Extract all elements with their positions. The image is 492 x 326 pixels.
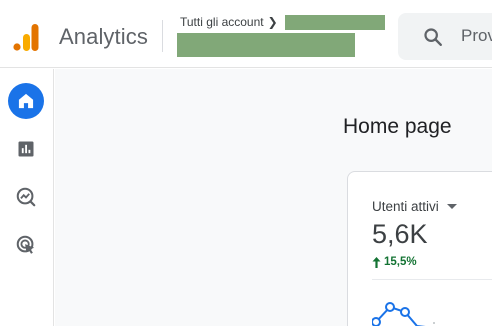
- reports-icon: [18, 141, 34, 157]
- left-nav: [0, 69, 54, 326]
- chevron-right-icon: ❯: [267, 15, 278, 29]
- active-users-card[interactable]: Utenti attivi 5,6K 15,5%: [347, 171, 492, 326]
- card-divider: [372, 279, 492, 280]
- metric-selector[interactable]: Utenti attivi: [372, 199, 457, 214]
- metric-value: 5,6K: [372, 219, 428, 249]
- breadcrumb[interactable]: Tutti gli account ❯: [180, 15, 278, 29]
- breadcrumb-all-accounts[interactable]: Tutti gli account: [180, 15, 264, 29]
- metric-change-value: 15,5%: [384, 256, 417, 268]
- header-divider: [162, 20, 163, 52]
- page-title: Home page: [343, 115, 452, 138]
- metric-label: Utenti attivi: [372, 199, 439, 214]
- nav-advertising[interactable]: [8, 227, 44, 263]
- top-app-bar: Analytics Tutti gli account ❯ Prov: [0, 0, 492, 68]
- search-icon: [424, 28, 442, 46]
- nav-home[interactable]: [8, 83, 44, 119]
- nav-explore[interactable]: [8, 179, 44, 215]
- home-icon: [18, 93, 34, 109]
- sparkline-chart: [372, 302, 435, 326]
- nav-reports[interactable]: [8, 131, 44, 167]
- search-input[interactable]: Prov: [461, 26, 492, 46]
- explore-icon: [16, 187, 36, 207]
- app-title: Analytics: [59, 24, 148, 49]
- redacted-account-name: [285, 15, 385, 30]
- dropdown-caret-icon: [446, 204, 457, 209]
- arrow-up-icon: [372, 256, 381, 268]
- advertising-icon: [16, 235, 35, 254]
- search-bar[interactable]: Prov: [398, 13, 492, 60]
- main-content: Home page Utenti attivi 5,6K 15,5%: [55, 69, 492, 326]
- metric-change: 15,5%: [372, 256, 417, 268]
- redacted-property-name[interactable]: [177, 33, 355, 57]
- analytics-logo-icon[interactable]: [12, 22, 40, 52]
